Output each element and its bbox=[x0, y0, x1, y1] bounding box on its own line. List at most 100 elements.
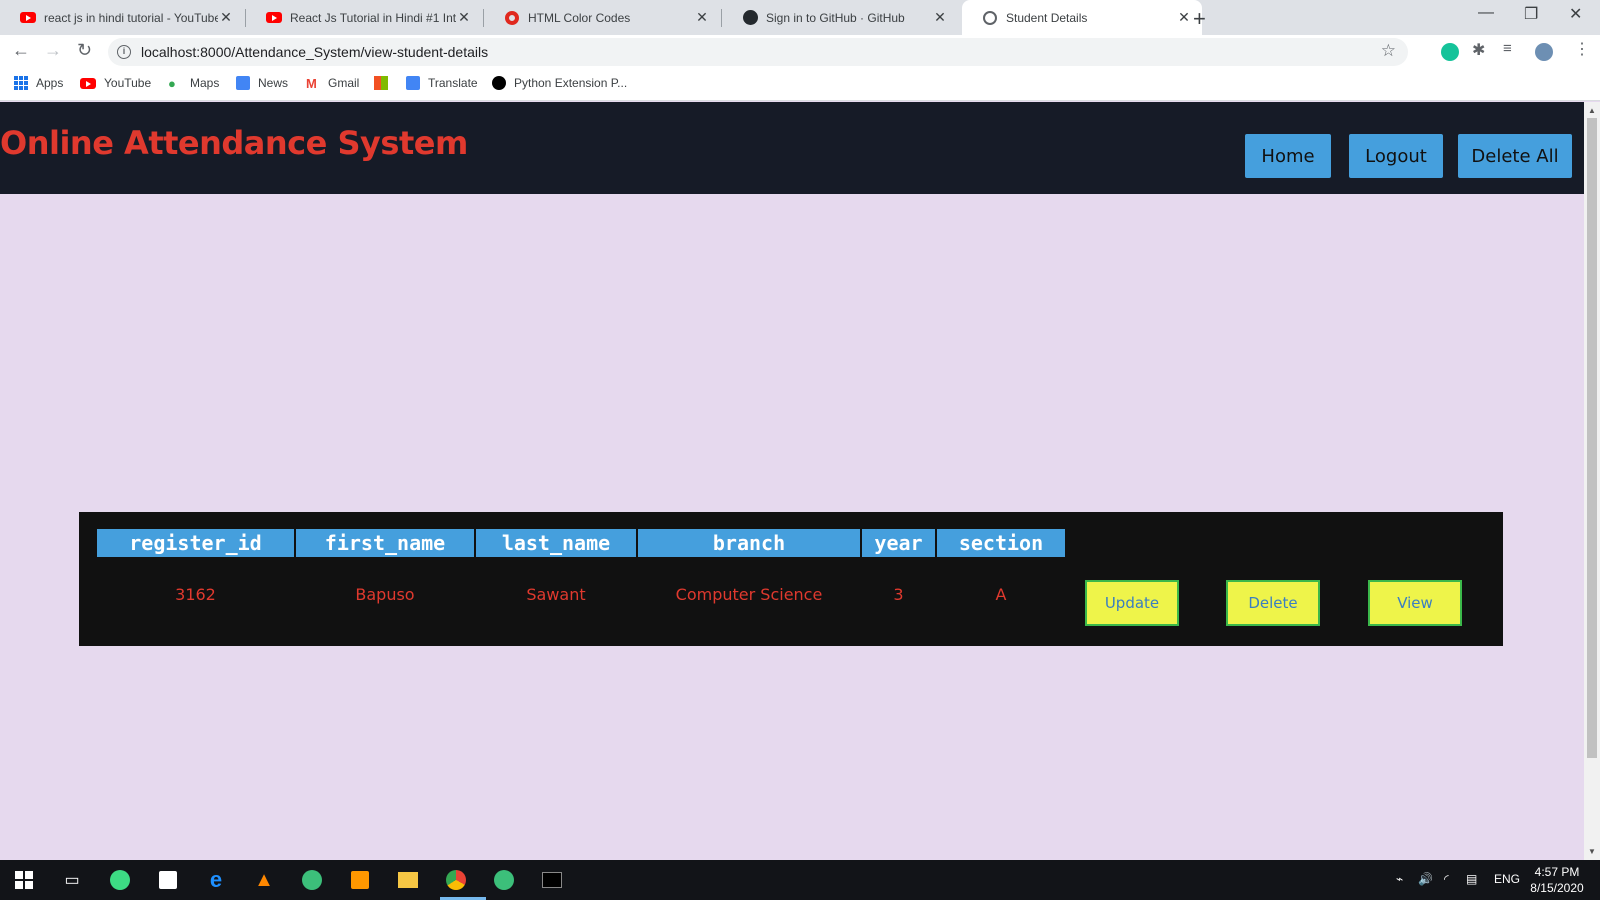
language-indicator[interactable]: ENG bbox=[1494, 872, 1520, 886]
cell-year: 3 bbox=[893, 584, 904, 604]
tab-title: react js in hindi tutorial - YouTube bbox=[44, 10, 218, 25]
bookmark-label: Maps bbox=[190, 76, 220, 90]
windows-start-icon[interactable] bbox=[12, 868, 36, 892]
browser-tab-active[interactable]: Student Details ✕ bbox=[962, 0, 1202, 35]
extensions-icon[interactable]: ✱ bbox=[1472, 40, 1490, 59]
close-icon[interactable]: ✕ bbox=[456, 9, 472, 26]
minimize-icon[interactable]: — bbox=[1478, 4, 1494, 22]
scrollbar-thumb[interactable] bbox=[1587, 118, 1597, 758]
reload-icon[interactable]: ↻ bbox=[77, 40, 92, 61]
delete-all-button[interactable]: Delete All bbox=[1458, 134, 1572, 178]
column-header-year: year bbox=[862, 529, 935, 557]
youtube-icon bbox=[20, 10, 36, 26]
close-icon[interactable]: ✕ bbox=[932, 9, 948, 26]
column-header-branch: branch bbox=[638, 529, 860, 557]
update-button[interactable]: Update bbox=[1085, 580, 1179, 626]
back-arrow-icon[interactable]: ← bbox=[12, 40, 30, 61]
scroll-down-icon[interactable]: ▼ bbox=[1588, 847, 1596, 856]
sublime-icon[interactable] bbox=[348, 868, 372, 892]
news-icon bbox=[236, 76, 250, 90]
tab-title: Student Details bbox=[1006, 10, 1088, 25]
bookmark-translate[interactable]: Translate bbox=[406, 76, 478, 90]
bookmark-python-extension[interactable]: Python Extension P... bbox=[492, 76, 627, 90]
student-details-table: register_id first_name last_name branch … bbox=[79, 512, 1503, 646]
terminal-icon[interactable] bbox=[540, 868, 564, 892]
cell-first-name: Bapuso bbox=[355, 584, 415, 604]
chrome-icon[interactable] bbox=[444, 868, 468, 892]
bookmark-microsoft[interactable] bbox=[374, 76, 396, 90]
bookmark-label: Apps bbox=[36, 76, 64, 90]
cell-register-id: 3162 bbox=[175, 584, 216, 604]
bookmark-youtube[interactable]: YouTube bbox=[80, 76, 151, 90]
edge-icon[interactable]: e bbox=[204, 867, 228, 892]
brand-title[interactable]: Online Attendance System bbox=[0, 124, 468, 162]
browser-tab[interactable]: React Js Tutorial in Hindi #1 Intro ✕ bbox=[246, 0, 482, 35]
python-extension-icon bbox=[492, 76, 506, 90]
logout-button[interactable]: Logout bbox=[1349, 134, 1443, 178]
view-button[interactable]: View bbox=[1368, 580, 1462, 626]
home-button[interactable]: Home bbox=[1245, 134, 1331, 178]
bookmark-gmail[interactable]: M Gmail bbox=[306, 76, 360, 91]
restore-icon[interactable]: ❐ bbox=[1524, 4, 1538, 24]
bookmark-label: Python Extension P... bbox=[514, 76, 628, 90]
info-icon[interactable]: i bbox=[117, 45, 131, 59]
bookmark-label: YouTube bbox=[104, 76, 152, 90]
map-pin-icon: ● bbox=[168, 76, 176, 91]
menu-kebab-icon[interactable]: ⋮ bbox=[1574, 39, 1592, 58]
bookmark-news[interactable]: News bbox=[236, 76, 288, 90]
notification-icon[interactable]: ▤ bbox=[1466, 872, 1477, 886]
app-icon[interactable] bbox=[300, 868, 324, 892]
browser-tab[interactable]: HTML Color Codes ✕ bbox=[484, 0, 720, 35]
bookmark-label: News bbox=[258, 76, 289, 90]
clock-date: 8/15/2020 bbox=[1530, 881, 1584, 895]
github-icon bbox=[742, 10, 758, 26]
microsoft-icon bbox=[374, 76, 388, 90]
avatar[interactable] bbox=[1535, 43, 1553, 61]
task-view-icon[interactable]: ▭ bbox=[60, 868, 84, 892]
browser-toolbar: ← → ↻ i localhost:8000/Attendance_System… bbox=[0, 35, 1600, 68]
tab-title: Sign in to GitHub · GitHub bbox=[766, 10, 905, 25]
volume-icon[interactable]: 🔊 bbox=[1418, 872, 1433, 886]
vlc-icon[interactable]: ▲ bbox=[252, 868, 276, 892]
window-close-icon[interactable]: ✕ bbox=[1569, 4, 1582, 24]
android-studio-icon[interactable] bbox=[108, 868, 132, 892]
new-tab-button[interactable]: + bbox=[1193, 6, 1206, 32]
network-icon[interactable]: ⌁ bbox=[1396, 872, 1403, 886]
browser-tab[interactable]: react js in hindi tutorial - YouTube ✕ bbox=[0, 0, 244, 35]
tab-title: React Js Tutorial in Hindi #1 Intro bbox=[290, 10, 456, 25]
cell-branch: Computer Science bbox=[675, 584, 823, 604]
cell-last-name: Sawant bbox=[526, 584, 586, 604]
gmail-icon: M bbox=[306, 76, 317, 91]
file-explorer-icon[interactable] bbox=[396, 868, 420, 892]
page-viewport: Online Attendance System Home Logout Del… bbox=[0, 102, 1584, 860]
media-queue-icon[interactable]: ≡ bbox=[1503, 40, 1521, 58]
youtube-icon bbox=[266, 10, 282, 26]
column-header-section: section bbox=[937, 529, 1065, 557]
close-icon[interactable]: ✕ bbox=[218, 9, 234, 26]
grammarly-icon[interactable] bbox=[1441, 43, 1459, 61]
app-header: Online Attendance System Home Logout Del… bbox=[0, 102, 1584, 194]
address-bar[interactable]: i localhost:8000/Attendance_System/view-… bbox=[108, 38, 1408, 66]
page-scrollbar[interactable]: ▲ ▼ bbox=[1584, 102, 1600, 860]
forward-arrow-icon[interactable]: → bbox=[44, 40, 62, 61]
app-icon[interactable] bbox=[492, 868, 516, 892]
youtube-icon bbox=[80, 76, 96, 90]
bookmark-star-icon[interactable]: ☆ bbox=[1381, 41, 1396, 61]
browser-tab[interactable]: Sign in to GitHub · GitHub ✕ bbox=[722, 0, 958, 35]
wifi-icon[interactable]: ◜ bbox=[1444, 872, 1449, 886]
bookmark-apps[interactable]: Apps bbox=[14, 76, 63, 90]
bookmark-label: Gmail bbox=[328, 76, 360, 90]
store-icon[interactable] bbox=[156, 868, 180, 892]
translate-icon bbox=[406, 76, 420, 90]
close-icon[interactable]: ✕ bbox=[1176, 9, 1192, 26]
clock-time: 4:57 PM bbox=[1534, 865, 1580, 879]
delete-button[interactable]: Delete bbox=[1226, 580, 1320, 626]
scroll-up-icon[interactable]: ▲ bbox=[1588, 106, 1596, 115]
close-icon[interactable]: ✕ bbox=[694, 9, 710, 26]
apps-grid-icon bbox=[14, 76, 28, 90]
url-text[interactable]: localhost:8000/Attendance_System/view-st… bbox=[141, 44, 488, 60]
tab-strip: react js in hindi tutorial - YouTube ✕ R… bbox=[0, 0, 1600, 35]
bookmark-maps[interactable]: ● Maps bbox=[168, 76, 220, 91]
globe-icon bbox=[982, 10, 998, 26]
clock[interactable]: 4:57 PM 8/15/2020 bbox=[1522, 864, 1592, 896]
